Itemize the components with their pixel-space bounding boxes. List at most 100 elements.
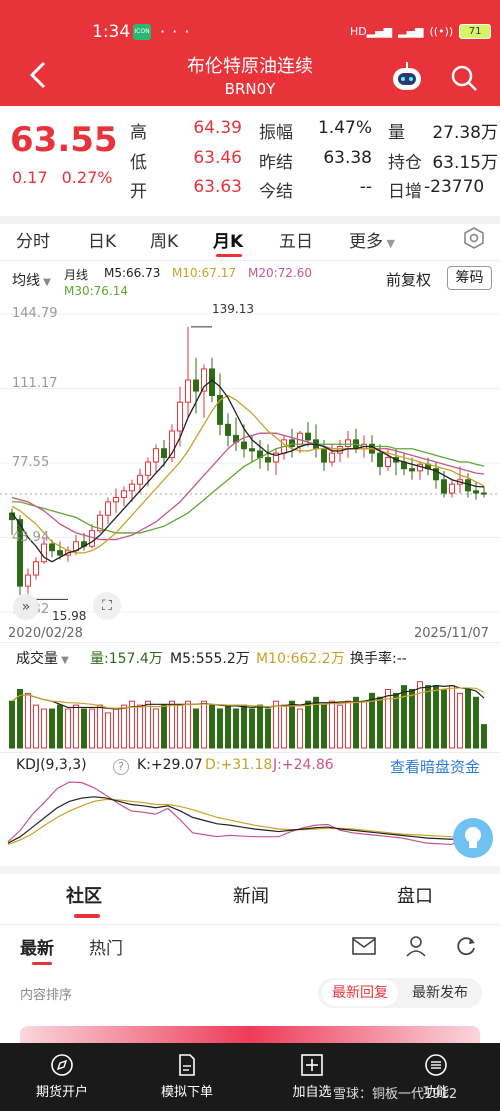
volume-dropdown[interactable]: 成交量 ▼	[16, 648, 69, 668]
volume-bar	[9, 700, 15, 749]
volume-bar	[89, 708, 95, 749]
status-time: 1:34	[92, 22, 131, 42]
help-icon[interactable]: ?	[113, 759, 129, 775]
fullscreen-icon[interactable]: ⛶	[93, 592, 121, 620]
candle-body	[241, 441, 247, 450]
change-pct: 0.27%	[61, 168, 113, 187]
compass-icon	[51, 1054, 73, 1076]
volume-bar	[105, 712, 111, 749]
adjust-mode-button[interactable]: 前复权	[386, 269, 431, 290]
candle-body	[25, 574, 31, 587]
document-icon	[179, 1054, 195, 1076]
tab-news[interactable]: 新闻	[233, 882, 269, 908]
signal2-icon: ▂▄▆	[398, 25, 424, 38]
collapse-icon[interactable]: »	[13, 594, 39, 620]
volume-bar	[281, 704, 287, 749]
subtab-latest[interactable]: 最新	[20, 934, 54, 959]
tab-monthly[interactable]: 月K	[213, 227, 243, 252]
candle-body	[345, 439, 351, 448]
kdj-d-line	[7, 798, 489, 845]
candle-body	[153, 448, 159, 463]
volume-bar	[393, 692, 399, 749]
volume-bar	[161, 704, 167, 749]
y-tick-0: 144.79	[12, 306, 58, 321]
candle-body	[305, 432, 311, 441]
volume-m10: M10:662.2万	[256, 651, 345, 667]
segment-underline	[74, 914, 100, 918]
chip-button[interactable]: 筹码	[447, 266, 492, 290]
mail-icon[interactable]	[352, 936, 376, 956]
indicator-label: 均线	[12, 273, 40, 289]
daily-value: -23770	[424, 177, 485, 197]
refresh-icon[interactable]	[455, 935, 477, 957]
volume-bar	[97, 704, 103, 749]
tab-five-day[interactable]: 五日	[279, 227, 313, 252]
indicator-dropdown[interactable]: 均线 ▼	[12, 270, 51, 290]
watermark-text: 雪球：铜板一代1912	[333, 1087, 458, 1102]
pos-label: 持仓	[388, 153, 422, 173]
subtab-underline	[32, 962, 52, 965]
candle-body	[473, 490, 479, 494]
volume-bar	[297, 708, 303, 749]
candle-body	[33, 561, 39, 576]
y-tick-3: 43.94	[12, 530, 50, 545]
tab-community[interactable]: 社区	[66, 882, 102, 908]
volume-bar	[41, 708, 47, 749]
nav-futures-account[interactable]: 期货开户	[22, 1053, 102, 1100]
amp-value: 1.47%	[317, 118, 372, 138]
vol-value: 27.38万	[432, 123, 498, 143]
candle-body	[185, 379, 191, 403]
candle-body	[129, 483, 135, 492]
kdj-label[interactable]: KDJ(9,3,3)	[16, 757, 87, 773]
caret-down-icon: ▼	[40, 277, 51, 288]
tab-weekly[interactable]: 周K	[150, 227, 178, 252]
candle-body	[265, 457, 271, 463]
candle-body	[225, 423, 231, 436]
tab-daily[interactable]: 日K	[88, 227, 116, 252]
tab-intraday[interactable]: 分时	[16, 227, 50, 252]
high-value: 64.39	[193, 118, 242, 138]
user-icon[interactable]	[405, 935, 427, 957]
last-price: 63.55	[10, 120, 118, 160]
robot-assistant-icon[interactable]	[391, 62, 423, 92]
dark-pool-link[interactable]: 查看暗盘资金	[390, 756, 480, 777]
candle-body	[329, 452, 335, 463]
candlestick-chart[interactable]	[0, 300, 500, 640]
volume-bar	[121, 704, 127, 749]
settings-gear-icon[interactable]	[463, 227, 485, 249]
vol-label: 量	[388, 123, 405, 143]
search-icon[interactable]	[450, 64, 478, 92]
open-value: 63.63	[193, 177, 242, 197]
volume-bar	[273, 700, 279, 749]
candle-body	[57, 550, 63, 556]
kdj-d: D:+31.18	[205, 757, 273, 773]
volume-bar	[145, 700, 151, 749]
ma5-label: M5:66.73	[104, 266, 161, 280]
ma30-label: M30:76.14	[64, 284, 129, 298]
y-tick-1: 111.17	[12, 376, 58, 391]
wifi-icon: ((•))	[429, 25, 454, 38]
tab-more[interactable]: 更多 ▼	[349, 227, 395, 252]
candle-body	[481, 492, 487, 495]
banner[interactable]	[20, 1026, 480, 1043]
subtab-hot[interactable]: 热门	[89, 934, 123, 959]
tab-underline	[216, 254, 242, 257]
kdj-j: J:+24.86	[273, 757, 334, 773]
sort-latest-post[interactable]: 最新发布	[404, 978, 476, 1008]
sort-latest-reply[interactable]: 最新回复	[322, 980, 398, 1006]
volume-bar	[201, 700, 207, 749]
tab-orderbook[interactable]: 盘口	[397, 882, 433, 908]
candle-body	[409, 468, 415, 472]
nav-futures-account-label: 期货开户	[35, 1085, 88, 1100]
nav-simulated-order[interactable]: 模拟下单	[147, 1053, 227, 1100]
candle-body	[377, 452, 383, 467]
turnover-label: 换手率:--	[350, 651, 407, 667]
ma10-line	[11, 394, 485, 554]
volume-bar	[409, 689, 415, 749]
divider	[0, 752, 500, 753]
lightbulb-assistant-icon[interactable]	[453, 818, 493, 858]
volume-bar	[33, 704, 39, 749]
kdj-chart	[7, 781, 489, 846]
price-change: 0.17 0.27%	[12, 168, 126, 187]
status-dots: · · ·	[160, 22, 191, 41]
